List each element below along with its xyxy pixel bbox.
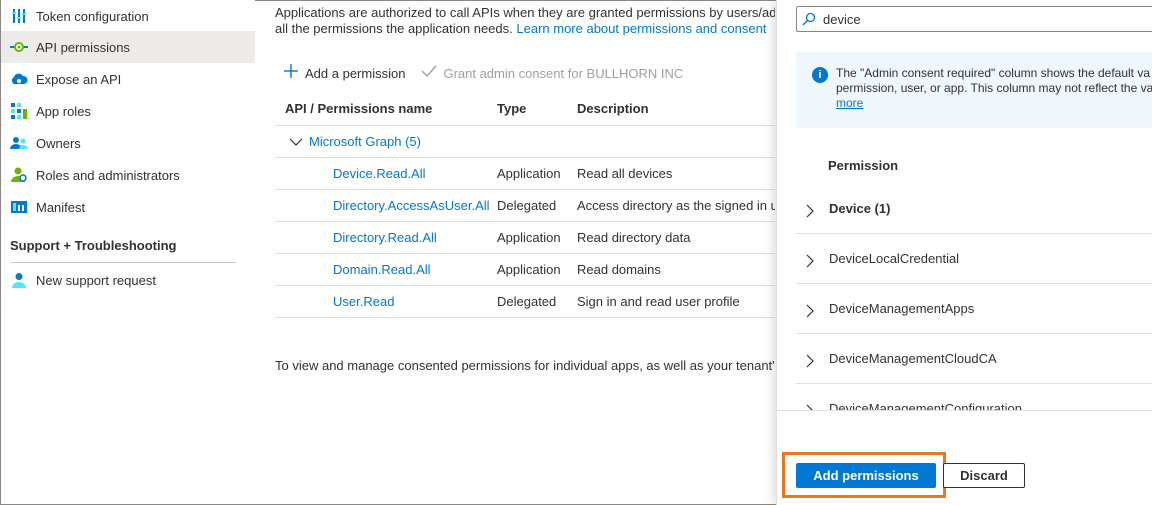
support-person-icon — [10, 271, 28, 289]
sidebar-item-label: Token configuration — [36, 8, 149, 24]
group-row-microsoft-graph[interactable]: Microsoft Graph (5) — [275, 126, 775, 158]
permission-group-device[interactable]: Device (1) — [796, 184, 1152, 234]
search-input[interactable]: device — [796, 6, 1152, 32]
permission-group-devicemanagementapps[interactable]: DeviceManagementApps — [796, 284, 1152, 334]
intro-text: Applications are authorized to call APIs… — [275, 5, 775, 37]
add-permission-label: Add a permission — [305, 65, 406, 81]
permission-type: Application — [497, 262, 561, 277]
sidebar-item-manifest[interactable]: Manifest — [1, 191, 255, 223]
sidebar-item-token-configuration[interactable]: Token configuration — [1, 0, 255, 32]
discard-button[interactable]: Discard — [943, 463, 1025, 488]
owners-icon — [10, 134, 28, 152]
permission-description: Read domains — [577, 262, 661, 277]
sidebar-item-api-permissions[interactable]: API permissions — [1, 31, 255, 63]
table-row: Device.Read.All Application Read all dev… — [275, 158, 775, 190]
permission-column-header: Permission — [828, 158, 899, 173]
sidebar-item-roles-administrators[interactable]: Roles and administrators — [1, 159, 255, 191]
intro-line-2-text: all the permissions the application need… — [275, 21, 517, 36]
permission-group-label: Device (1) — [829, 201, 891, 216]
permissions-table: API / Permissions name Type Description … — [275, 92, 775, 318]
permission-description: Access directory as the signed in u — [577, 198, 775, 213]
table-row: Directory.Read.All Application Read dire… — [275, 222, 775, 254]
permission-list: Device (1) DeviceLocalCredential DeviceM… — [796, 184, 1152, 410]
table-row: Domain.Read.All Application Read domains — [275, 254, 775, 286]
permission-group-label: DeviceManagementApps — [829, 301, 975, 316]
info-icon: i — [812, 67, 828, 83]
column-header-type: Type — [497, 101, 527, 116]
sidebar-item-new-support-request[interactable]: New support request — [1, 264, 255, 296]
column-header-description: Description — [577, 101, 649, 116]
permission-name-link[interactable]: Domain.Read.All — [333, 262, 431, 277]
info-text-line-2: permission, user, or app. This column ma… — [836, 81, 1152, 95]
permission-type: Application — [497, 166, 561, 181]
permission-group-label: DeviceManagementConfiguration — [829, 401, 1022, 410]
roles-admin-icon — [10, 166, 28, 184]
sidebar-item-label: Roles and administrators — [36, 167, 180, 183]
permission-type: Application — [497, 230, 561, 245]
permission-name-link[interactable]: User.Read — [333, 294, 394, 309]
permission-description: Sign in and read user profile — [577, 294, 740, 309]
outro-text: To view and manage consented permissions… — [275, 358, 775, 373]
permission-description: Read all devices — [577, 166, 673, 181]
cloud-icon — [10, 70, 28, 88]
panel-footer-divider — [777, 410, 1152, 411]
permission-group-devicemanagementcloudca[interactable]: DeviceManagementCloudCA — [796, 334, 1152, 384]
sidebar: Token configuration API permissions Expo… — [1, 0, 255, 504]
group-label[interactable]: Microsoft Graph (5) — [309, 134, 421, 149]
intro-line-2: all the permissions the application need… — [275, 21, 775, 37]
sidebar-item-label: Expose an API — [36, 71, 122, 87]
app-roles-icon — [10, 102, 28, 120]
info-text-line-1: The "Admin consent required" column show… — [836, 66, 1151, 80]
permission-name-link[interactable]: Directory.Read.All — [333, 230, 437, 245]
sidebar-item-label: New support request — [36, 272, 156, 288]
checkmark-icon — [421, 64, 437, 82]
chevron-right-icon — [806, 354, 816, 367]
chevron-right-icon — [806, 254, 816, 267]
request-permissions-panel: device i The "Admin consent required" co… — [776, 0, 1152, 505]
search-icon — [801, 11, 817, 27]
sidebar-item-label: API permissions — [36, 39, 130, 55]
api-permissions-icon — [10, 38, 28, 56]
sidebar-item-app-roles[interactable]: App roles — [1, 95, 255, 127]
search-value: device — [823, 11, 861, 27]
permission-type: Delegated — [497, 198, 557, 213]
info-message-bar: i The "Admin consent required" column sh… — [796, 52, 1152, 128]
sidebar-item-label: App roles — [36, 103, 91, 119]
table-row: User.Read Delegated Sign in and read use… — [275, 286, 775, 318]
add-permission-button[interactable]: Add a permission — [283, 63, 405, 83]
permission-group-label: DeviceManagementCloudCA — [829, 351, 997, 366]
intro-line-1: Applications are authorized to call APIs… — [275, 5, 775, 20]
chevron-down-icon — [289, 137, 303, 147]
plus-icon — [283, 63, 299, 83]
sidebar-item-owners[interactable]: Owners — [1, 127, 255, 159]
manifest-icon — [10, 198, 28, 216]
sidebar-item-expose-api[interactable]: Expose an API — [1, 63, 255, 95]
sidebar-item-label: Owners — [36, 135, 81, 151]
permission-type: Delegated — [497, 294, 557, 309]
table-row: Directory.AccessAsUser.All Delegated Acc… — [275, 190, 775, 222]
chevron-right-icon — [806, 204, 816, 217]
chevron-right-icon — [806, 304, 816, 317]
grant-admin-consent-button[interactable]: Grant admin consent for BULLHORN INC — [421, 64, 683, 82]
permission-group-devicemanagementconfiguration[interactable]: DeviceManagementConfiguration — [796, 384, 1152, 410]
support-section-title: Support + Troubleshooting — [10, 238, 177, 253]
info-more-link[interactable]: more — [836, 96, 863, 110]
learn-more-link[interactable]: Learn more about permissions and consent — [516, 21, 766, 36]
permission-name-link[interactable]: Directory.AccessAsUser.All — [333, 198, 490, 213]
toolbar: Add a permission Grant admin consent for… — [283, 62, 699, 84]
table-header-row: API / Permissions name Type Description — [275, 92, 775, 126]
permission-group-devicelocalcredential[interactable]: DeviceLocalCredential — [796, 234, 1152, 284]
permission-name-link[interactable]: Device.Read.All — [333, 166, 426, 181]
column-header-name: API / Permissions name — [285, 101, 433, 116]
add-permissions-button[interactable]: Add permissions — [796, 463, 936, 488]
permission-description: Read directory data — [577, 230, 691, 245]
permission-group-label: DeviceLocalCredential — [829, 251, 960, 266]
main-content: Applications are authorized to call APIs… — [275, 0, 775, 505]
section-divider — [10, 262, 236, 263]
token-configuration-icon — [10, 7, 28, 25]
sidebar-item-label: Manifest — [36, 199, 86, 215]
grant-admin-consent-label: Grant admin consent for BULLHORN INC — [443, 65, 684, 81]
